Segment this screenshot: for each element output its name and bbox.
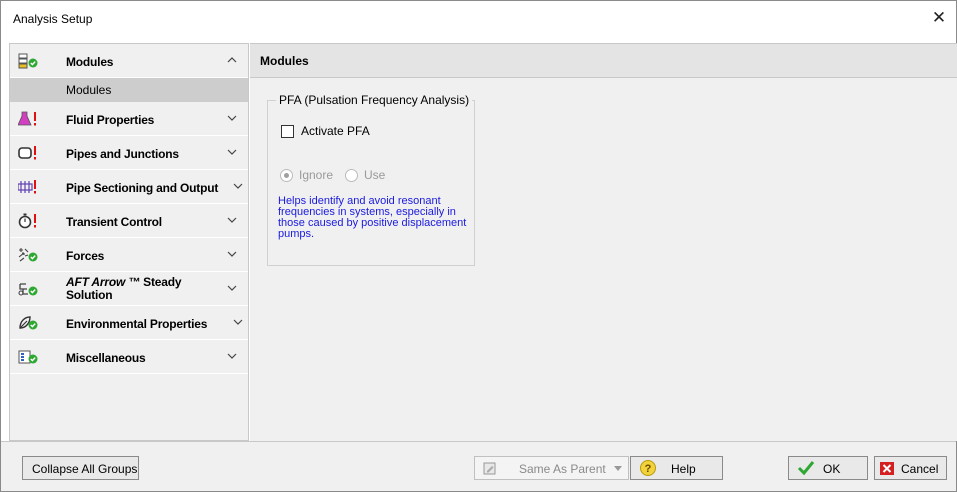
- sidebar-group-label: Miscellaneous: [66, 351, 146, 365]
- chevron-up-icon[interactable]: [226, 54, 238, 66]
- sidebar-group-label: Pipe Sectioning and Output: [66, 181, 219, 195]
- stopwatch-warning-icon: [18, 213, 36, 229]
- environment-check-icon: [19, 316, 38, 330]
- close-icon[interactable]: ✕: [928, 7, 950, 29]
- sidebar-group-label: Fluid Properties: [66, 113, 155, 127]
- sidebar-group-label: Environmental Properties: [66, 317, 208, 331]
- pfa-group-box: PFA (Pulsation Frequency Analysis) Activ…: [267, 93, 475, 266]
- panel-title: Modules: [260, 54, 309, 68]
- chevron-down-icon[interactable]: [226, 146, 238, 158]
- help-icon: ?: [640, 460, 656, 476]
- collapse-all-groups-label: Collapse All Groups: [32, 462, 138, 476]
- content-panel: Modules PFA (Pulsation Frequency Analysi…: [250, 43, 957, 441]
- same-as-parent-value: Same As Parent: [519, 462, 606, 476]
- forces-check-icon: [18, 248, 38, 262]
- sidebar-item-modules[interactable]: Modules: [10, 78, 248, 102]
- title-bar: Analysis Setup ✕: [1, 1, 956, 37]
- ignore-radio-label[interactable]: Ignore: [299, 168, 333, 182]
- sidebar-group-label: Forces: [66, 249, 105, 263]
- ignore-radio[interactable]: [280, 169, 293, 182]
- sidebar-group-modules[interactable]: Modules: [10, 44, 248, 78]
- activate-pfa-label[interactable]: Activate PFA: [301, 124, 370, 138]
- chevron-down-icon[interactable]: [226, 112, 238, 124]
- sectioning-warning-icon: [18, 180, 36, 194]
- chevron-down-icon: [614, 466, 622, 471]
- chevron-down-icon[interactable]: [226, 350, 238, 362]
- pfa-help-text: Helps identify and avoid resonant freque…: [278, 195, 467, 240]
- cancel-icon: [880, 462, 894, 475]
- edit-doc-icon: [483, 462, 496, 475]
- use-radio-label[interactable]: Use: [364, 168, 385, 182]
- chevron-down-icon[interactable]: [232, 316, 244, 328]
- chevron-down-icon[interactable]: [226, 282, 238, 294]
- modules-icon: [18, 53, 38, 69]
- pfa-legend: PFA (Pulsation Frequency Analysis): [276, 93, 473, 107]
- activate-pfa-checkbox[interactable]: [281, 125, 294, 138]
- pipe-warning-icon: [18, 146, 36, 160]
- dialog-footer: Collapse All Groups Same As Parent ? Hel…: [1, 441, 956, 491]
- chevron-down-icon[interactable]: [226, 248, 238, 260]
- sidebar-group-label: AFT Arrow ™ Steady Solution: [66, 276, 206, 302]
- sidebar-group-forces[interactable]: Forces: [10, 238, 248, 272]
- sidebar-group-steady-solution[interactable]: AFT Arrow ™ Steady Solution: [10, 272, 248, 306]
- collapse-all-groups-button[interactable]: Collapse All Groups: [22, 456, 139, 480]
- sidebar-group-transient-control[interactable]: Transient Control: [10, 204, 248, 238]
- window-title: Analysis Setup: [13, 12, 93, 26]
- misc-check-icon: [18, 350, 38, 364]
- sidebar-group-label-italic: AFT Arrow ™: [66, 275, 141, 289]
- sidebar-group-label: Pipes and Junctions: [66, 147, 179, 161]
- ok-button[interactable]: OK: [788, 456, 868, 480]
- sidebar-group-label: Modules: [66, 55, 114, 69]
- svg-text:?: ?: [645, 463, 652, 475]
- sidebar-group-fluid-properties[interactable]: Fluid Properties: [10, 102, 248, 136]
- ok-label: OK: [823, 462, 841, 476]
- cancel-label: Cancel: [901, 462, 939, 476]
- chevron-down-icon[interactable]: [232, 180, 244, 192]
- analysis-setup-window: Analysis Setup ✕ Modules Modules Fluid P…: [0, 0, 957, 492]
- sidebar-group-pipes-and-junctions[interactable]: Pipes and Junctions: [10, 136, 248, 170]
- sidebar: Modules Modules Fluid Properties Pipes a…: [9, 43, 249, 441]
- cancel-button[interactable]: Cancel: [874, 456, 947, 480]
- help-label: Help: [671, 462, 696, 476]
- checkmark-icon: [797, 461, 815, 476]
- same-as-parent-select[interactable]: Same As Parent: [474, 456, 629, 480]
- sidebar-group-miscellaneous[interactable]: Miscellaneous: [10, 340, 248, 374]
- sidebar-group-label: Transient Control: [66, 215, 162, 229]
- steady-solution-check-icon: [18, 283, 38, 296]
- flask-warning-icon: [18, 111, 36, 126]
- sidebar-item-label: Modules: [66, 83, 112, 97]
- chevron-down-icon[interactable]: [226, 214, 238, 226]
- sidebar-group-pipe-sectioning-and-output[interactable]: Pipe Sectioning and Output: [10, 170, 248, 204]
- use-radio[interactable]: [345, 169, 358, 182]
- help-button[interactable]: ? Help: [630, 456, 723, 480]
- panel-header: Modules: [250, 44, 957, 78]
- sidebar-group-environmental-properties[interactable]: Environmental Properties: [10, 306, 248, 340]
